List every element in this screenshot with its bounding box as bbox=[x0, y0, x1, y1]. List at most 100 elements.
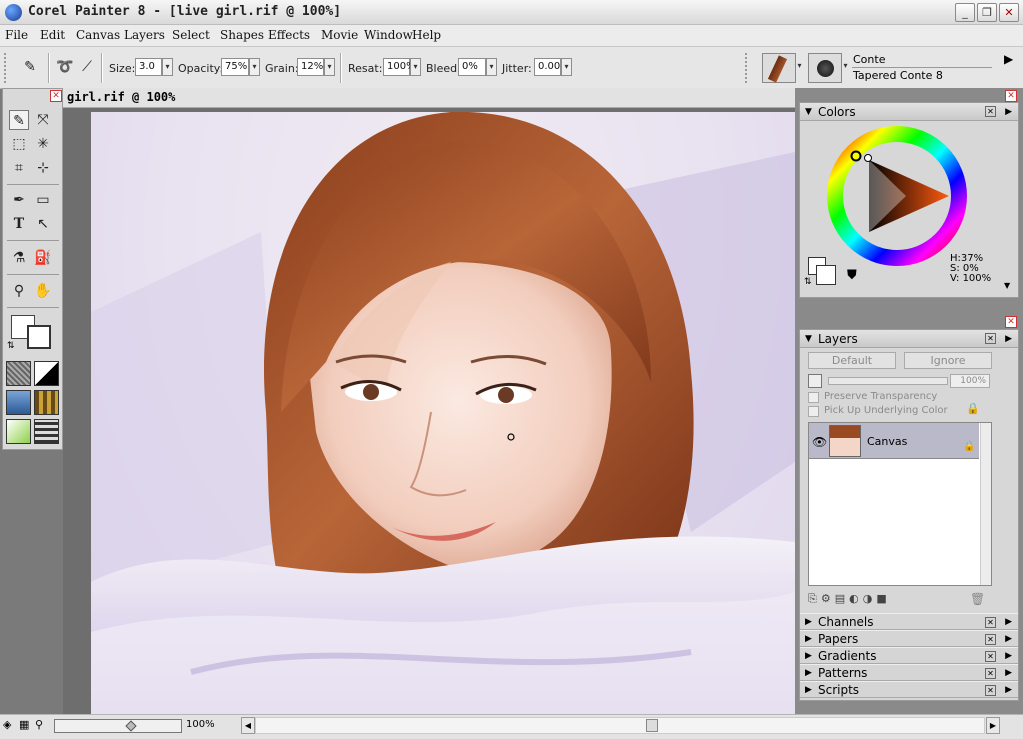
paper-selector[interactable] bbox=[6, 361, 31, 386]
swap-colors-icon[interactable]: ⇅ bbox=[804, 277, 812, 287]
rectangular-selection-tool[interactable]: ⬚ bbox=[9, 134, 29, 154]
brush-category-dropdown[interactable]: ▾ bbox=[794, 58, 805, 76]
gradients-palette[interactable]: ▶ Gradients ✕ ▶ bbox=[800, 647, 1018, 664]
create-mask-icon[interactable]: ■ bbox=[876, 592, 890, 605]
toolbar-grip[interactable] bbox=[4, 53, 10, 83]
weaving-selector[interactable] bbox=[34, 390, 59, 415]
paint-bucket-tool[interactable]: ⛽ bbox=[33, 248, 53, 268]
jitter-dropdown[interactable]: ▾ bbox=[561, 58, 572, 76]
menu-window[interactable]: Window bbox=[364, 28, 413, 42]
bleed-field[interactable]: 0% bbox=[458, 58, 486, 76]
layers-menu-arrow-icon[interactable]: ▶ bbox=[1005, 330, 1012, 348]
additional-color-swatch[interactable] bbox=[27, 325, 51, 349]
horizontal-scroll-thumb[interactable] bbox=[646, 719, 658, 732]
layer-commands-icon[interactable]: ⎘ bbox=[808, 592, 821, 605]
dynamic-plugins-icon[interactable]: ⚙ bbox=[821, 592, 835, 605]
clone-color-stamp-icon[interactable]: ⛊ bbox=[847, 268, 857, 283]
tracing-icon[interactable]: ▦ bbox=[19, 718, 29, 731]
composite-depth-select[interactable]: Ignore bbox=[904, 352, 992, 369]
grain-field[interactable]: 12% bbox=[297, 58, 324, 76]
layers-palette-close-icon[interactable]: ✕ bbox=[1005, 316, 1017, 328]
color-wheel[interactable] bbox=[826, 125, 968, 267]
colors-close-icon[interactable]: ✕ bbox=[985, 106, 996, 117]
horizontal-scrollbar[interactable] bbox=[255, 717, 985, 734]
menu-help[interactable]: Help bbox=[412, 28, 441, 42]
menu-movie[interactable]: Movie bbox=[321, 28, 358, 42]
composite-method-select[interactable]: Default bbox=[808, 352, 896, 369]
layer-row-canvas[interactable]: 👁 Canvas 🔒 bbox=[809, 423, 979, 459]
grabber-tool[interactable]: ✋ bbox=[33, 281, 53, 301]
swap-colors-icon[interactable]: ⇅ bbox=[7, 341, 15, 351]
painting-canvas[interactable] bbox=[91, 112, 795, 714]
preserve-transparency-checkbox[interactable] bbox=[808, 392, 819, 403]
pattern-selector[interactable] bbox=[6, 390, 31, 415]
patterns-palette[interactable]: ▶ Patterns ✕ ▶ bbox=[800, 664, 1018, 681]
menu-layers[interactable]: Layers bbox=[124, 28, 165, 42]
zoom-slider[interactable] bbox=[54, 719, 182, 733]
resat-field[interactable]: 100% bbox=[383, 58, 416, 76]
menu-file[interactable]: File bbox=[5, 28, 28, 42]
brush-tool[interactable]: ✎ bbox=[9, 110, 29, 130]
colors-panel-header[interactable]: ▼ Colors ✕ ▶ bbox=[800, 103, 1018, 121]
brush-category-button[interactable] bbox=[762, 53, 796, 83]
pick-up-underlying-checkbox[interactable] bbox=[808, 406, 819, 417]
straight-line-stroke-icon[interactable]: ⟋ bbox=[77, 57, 97, 77]
minimize-button[interactable]: _ bbox=[955, 3, 975, 22]
opacity-dropdown[interactable]: ▾ bbox=[249, 58, 260, 76]
brush-selector-grip[interactable] bbox=[745, 53, 751, 83]
magnifier-tool[interactable]: ⚲ bbox=[9, 281, 29, 301]
new-layer-icon[interactable]: ▤ bbox=[835, 592, 849, 605]
resat-dropdown[interactable]: ▾ bbox=[410, 58, 421, 76]
brush-variant-dropdown[interactable]: ▾ bbox=[840, 58, 851, 76]
layer-list[interactable]: 👁 Canvas 🔒 bbox=[808, 422, 992, 586]
scroll-right-button[interactable]: ▶ bbox=[986, 717, 1000, 734]
layer-mask-icon[interactable]: ◐ bbox=[849, 592, 863, 605]
layer-opacity-slider[interactable] bbox=[828, 377, 948, 385]
transform-tool[interactable]: ⊹ bbox=[33, 158, 53, 178]
jitter-field[interactable]: 0.00 bbox=[534, 58, 561, 76]
collapse-triangle-icon[interactable]: ▼ bbox=[805, 330, 812, 348]
brush-tool-icon[interactable]: ✎ bbox=[20, 57, 40, 77]
size-dropdown[interactable]: ▾ bbox=[162, 58, 173, 76]
menu-effects[interactable]: Effects bbox=[268, 28, 310, 42]
opacity-field[interactable]: 75% bbox=[221, 58, 249, 76]
layer-lock-icon[interactable]: 🔒 bbox=[963, 441, 975, 452]
brush-selector-menu-arrow[interactable]: ▶ bbox=[1004, 52, 1013, 66]
menu-select[interactable]: Select bbox=[172, 28, 210, 42]
scroll-left-button[interactable]: ◀ bbox=[241, 717, 255, 734]
bleed-dropdown[interactable]: ▾ bbox=[486, 58, 497, 76]
menu-shapes[interactable]: Shapes bbox=[220, 28, 264, 42]
layer-list-scrollbar[interactable] bbox=[980, 423, 991, 585]
freehand-stroke-icon[interactable]: ➰ bbox=[55, 57, 75, 77]
collapse-triangle-icon[interactable]: ▼ bbox=[805, 103, 812, 121]
drawing-mode-icon[interactable]: ◈ bbox=[3, 718, 11, 731]
layer-opacity-field[interactable]: 100% bbox=[950, 374, 990, 388]
toolbox-close-icon[interactable]: ✕ bbox=[50, 90, 62, 102]
menu-edit[interactable]: Edit bbox=[40, 28, 65, 42]
eye-visibility-icon[interactable]: 👁 bbox=[812, 435, 827, 449]
colors-palette-close-icon[interactable]: ✕ bbox=[1005, 90, 1017, 102]
app-icon[interactable] bbox=[5, 4, 22, 21]
zoom-icon[interactable]: ⚲ bbox=[35, 718, 43, 731]
close-button[interactable]: ✕ bbox=[999, 3, 1019, 22]
zoom-slider-thumb[interactable] bbox=[125, 720, 137, 732]
text-tool[interactable]: T bbox=[9, 214, 29, 234]
document-title-bar[interactable]: girl.rif @ 100% bbox=[63, 88, 795, 108]
shape-selection-tool[interactable]: ↖ bbox=[33, 214, 53, 234]
rectangle-shape-tool[interactable]: ▭ bbox=[33, 190, 53, 210]
dropper-tool[interactable]: ⚗ bbox=[9, 248, 29, 268]
crop-tool[interactable]: ⌗ bbox=[9, 158, 29, 178]
menu-canvas[interactable]: Canvas bbox=[76, 28, 120, 42]
layer-adjuster-tool[interactable]: ⤧ bbox=[33, 110, 53, 130]
size-field[interactable]: 3.0 bbox=[135, 58, 162, 76]
layers-panel-header[interactable]: ▼ Layers ✕ ▶ bbox=[800, 330, 1018, 348]
layers-close-icon[interactable]: ✕ bbox=[985, 333, 996, 344]
papers-palette[interactable]: ▶ Papers ✕ ▶ bbox=[800, 630, 1018, 647]
channels-palette[interactable]: ▶ Channels ✕ ▶ bbox=[800, 613, 1018, 630]
gradient-selector[interactable] bbox=[34, 361, 59, 386]
new-layer-mask-icon[interactable]: ◑ bbox=[863, 592, 877, 605]
magic-wand-tool[interactable]: ✳ bbox=[33, 134, 53, 154]
grain-dropdown[interactable]: ▾ bbox=[324, 58, 335, 76]
nozzle-selector[interactable] bbox=[6, 419, 31, 444]
delete-layer-icon[interactable]: 🗑 bbox=[970, 592, 985, 606]
